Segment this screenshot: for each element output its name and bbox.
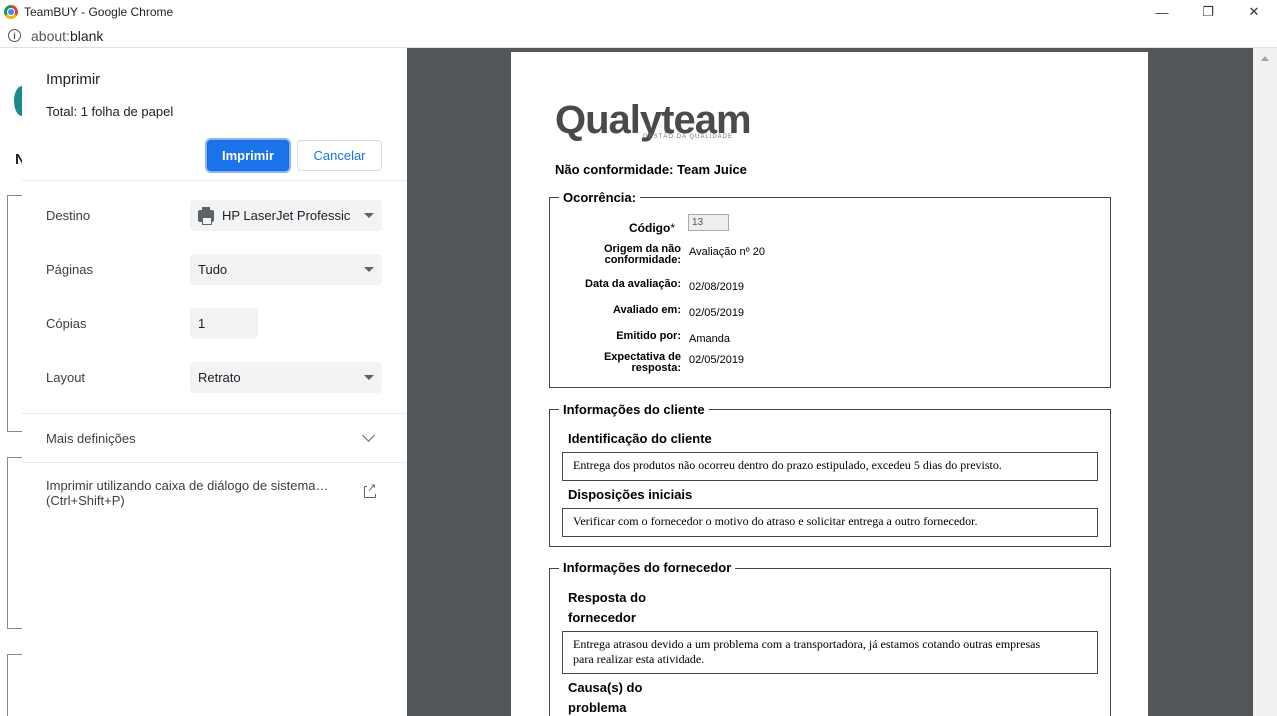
address-scheme: about: (31, 27, 70, 44)
system-dialog-link[interactable]: Imprimir utilizando caixa de diálogo de … (46, 478, 329, 508)
print-settings-panel: Imprimir Total: 1 folha de papel Imprimi… (22, 48, 407, 716)
supplier-legend: Informações do fornecedor (559, 560, 736, 575)
copies-input[interactable]: 1 (190, 308, 258, 339)
layout-value: Retrato (198, 370, 241, 385)
printer-icon (198, 206, 214, 225)
preview-scrollbar[interactable] (1253, 48, 1277, 716)
print-heading: Imprimir (46, 71, 101, 88)
print-button[interactable]: Imprimir (207, 140, 289, 171)
address-bar[interactable]: i about:blank (0, 24, 1277, 48)
window-title: TeamBUY - Google Chrome (24, 5, 174, 19)
data-avaliacao-value: 02/08/2019 (689, 281, 745, 293)
dropdown-caret-icon (364, 213, 374, 218)
disposicoes-text: Verificar com o fornecedor o motivo do a… (562, 508, 1098, 537)
cancel-button[interactable]: Cancelar (297, 140, 382, 171)
destination-value: HP LaserJet Professic (222, 208, 351, 223)
background-heading-letter: N (15, 151, 22, 168)
codigo-label-text: Código (629, 221, 671, 235)
codigo-field: 13 (688, 214, 729, 231)
pages-label: Páginas (46, 262, 93, 277)
avaliado-em-value: 02/05/2019 (689, 307, 745, 319)
resposta-text-line2: para realizar esta atividade. (573, 652, 705, 666)
scroll-up-icon[interactable] (1261, 56, 1269, 61)
expectativa-label: Expectativa de resposta: (571, 352, 681, 374)
expectativa-value: 02/05/2019 (689, 354, 745, 366)
minimize-button[interactable]: — (1139, 0, 1185, 24)
origem-value: Avaliação nº 20 (689, 246, 765, 258)
pages-value: Tudo (198, 262, 228, 277)
chevron-down-icon[interactable] (362, 429, 375, 442)
divider (22, 462, 407, 463)
dropdown-caret-icon (364, 375, 374, 380)
divider (22, 180, 407, 181)
emitido-por-label: Emitido por: (616, 330, 681, 342)
resposta-text-line1: Entrega atrasou devido a um problema com… (573, 637, 1041, 651)
emitido-por-value: Amanda (689, 333, 730, 345)
total-label: Total: (46, 104, 81, 119)
resposta-heading-line2: fornecedor (568, 610, 636, 625)
total-value: 1 folha de papel (80, 104, 174, 119)
close-button[interactable]: ✕ (1231, 0, 1277, 24)
address-host: blank (69, 27, 104, 44)
pages-select[interactable]: Tudo (190, 254, 382, 285)
disposicoes-heading: Disposições iniciais (568, 487, 693, 502)
client-legend: Informações do cliente (559, 402, 709, 417)
identificacao-text: Entrega dos produtos não ocorreu dentro … (562, 452, 1098, 481)
info-icon[interactable]: i (8, 29, 21, 42)
causas-heading: Causa(s) do problema (568, 678, 642, 716)
chrome-logo-icon (4, 5, 18, 19)
background-card (7, 195, 22, 432)
open-external-icon[interactable] (364, 482, 377, 498)
document-title: Não conformidade: Team Juice (555, 162, 747, 177)
origem-label-line2: conformidade: (604, 254, 681, 266)
preview-page: Qualyteam GESTÃO DA QUALIDADE Não confor… (511, 52, 1148, 716)
resposta-heading-line1: Resposta do (568, 590, 647, 605)
layout-label: Layout (46, 370, 86, 385)
restore-button[interactable]: ❐ (1185, 0, 1231, 24)
data-avaliacao-label: Data da avaliação: (585, 278, 681, 290)
background-page: N (0, 48, 22, 716)
divider (22, 413, 407, 414)
required-marker: * (670, 221, 675, 235)
background-logo (14, 86, 22, 116)
background-card (7, 457, 22, 629)
causas-heading-line2: problema (568, 700, 627, 715)
destination-select[interactable]: HP LaserJet Professic (190, 200, 382, 231)
resposta-text: Entrega atrasou devido a um problema com… (562, 631, 1098, 674)
print-total: Total: 1 folha de papel (46, 104, 173, 119)
address-text[interactable]: about:blank (31, 28, 103, 44)
dropdown-caret-icon (364, 267, 374, 272)
system-dialog-shortcut: (Ctrl+Shift+P) (46, 493, 125, 508)
expectativa-label-line2: resposta: (631, 362, 681, 374)
background-card (7, 654, 22, 716)
window-titlebar: TeamBUY - Google Chrome (0, 0, 1277, 24)
causas-heading-line1: Causa(s) do (568, 680, 643, 695)
more-settings-toggle[interactable]: Mais definições (46, 431, 136, 446)
avaliado-em-label: Avaliado em: (612, 304, 681, 316)
origem-label: Origem da não conformidade: (571, 244, 681, 266)
system-dialog-text: Imprimir utilizando caixa de diálogo de … (46, 478, 329, 493)
copies-label: Cópias (46, 316, 87, 331)
codigo-label: Código* (591, 221, 675, 235)
destination-label: Destino (46, 208, 91, 223)
layout-select[interactable]: Retrato (190, 362, 382, 393)
resposta-heading: Resposta do fornecedor (568, 588, 646, 628)
logo-subtitle: GESTÃO DA QUALIDADE (643, 134, 734, 140)
identificacao-heading: Identificação do cliente (568, 431, 712, 446)
occurrence-legend: Ocorrência: (559, 190, 640, 205)
